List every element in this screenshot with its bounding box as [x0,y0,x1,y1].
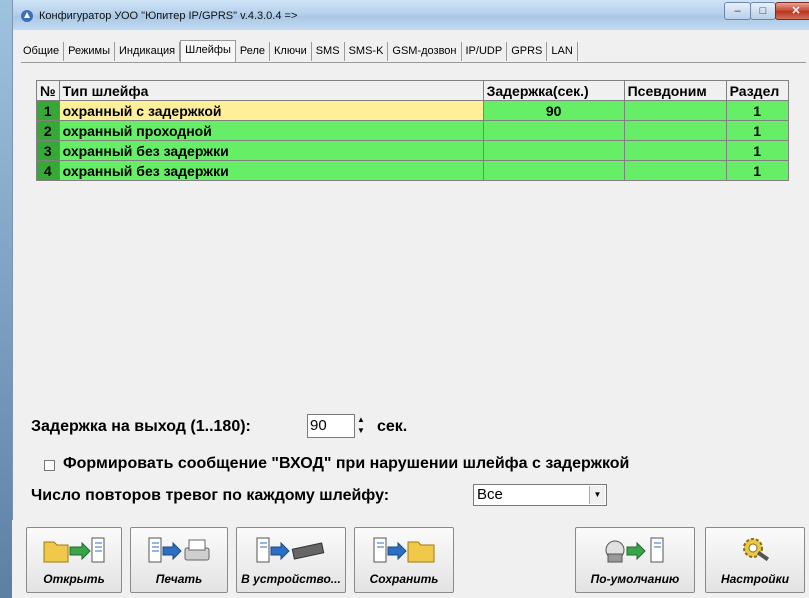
spin-down-icon[interactable]: ▼ [353,425,369,436]
app-window: Конфигуратор УОО "Юпитер IP/GPRS" v.4.3.… [12,0,809,598]
exit-delay-input[interactable]: 90 [307,414,355,438]
table-row[interactable]: 2 охранный проходной 1 [36,120,789,141]
reset-defaults-icon [605,537,664,563]
tab-sms-k[interactable]: SMS-K [345,42,389,61]
loops-table[interactable]: № Тип шлейфа Задержка(сек.) Псевдоним Ра… [36,80,789,181]
chevron-down-icon[interactable]: ▼ [589,486,605,504]
spin-up-icon[interactable]: ▲ [353,414,369,425]
tab-gsm-dial[interactable]: GSM-дозвон [388,42,462,61]
save-folder-icon [373,537,435,563]
tab-sms[interactable]: SMS [312,42,345,61]
gear-icon [743,538,770,562]
partition-cell[interactable]: 1 [725,100,789,121]
settings-button[interactable]: Настройки [705,527,805,593]
minimize-button[interactable]: – [724,2,751,20]
tab-relay[interactable]: Реле [236,42,270,61]
loop-type-cell[interactable]: охранный проходной [58,120,484,141]
alarm-repeats-label: Число повторов тревог по каждому шлейфу: [31,487,390,504]
exit-delay-label: Задержка на выход (1..180): [31,418,251,435]
row-num: 3 [36,140,60,161]
delay-cell[interactable] [482,160,625,181]
delay-cell[interactable]: 90 [482,100,625,121]
entry-message-checkbox[interactable] [44,460,55,471]
alias-cell[interactable] [623,100,727,121]
alarm-repeats-value: Все [477,486,503,503]
open-button-label: Открыть [43,572,105,586]
table-row[interactable]: 4 охранный без задержки 1 [36,160,789,181]
defaults-button[interactable]: По-умолчанию [575,527,695,593]
tab-loops[interactable]: Шлейфы [180,40,236,63]
tab-indication[interactable]: Индикация [115,42,181,61]
loop-type-cell[interactable]: охранный без задержки [58,160,484,181]
tab-gprs[interactable]: GPRS [507,42,548,61]
tab-keys[interactable]: Ключи [270,42,312,61]
app-icon [21,10,33,22]
partition-cell[interactable]: 1 [725,140,789,161]
loop-type-cell[interactable]: охранный без задержки [58,140,484,161]
alias-cell[interactable] [623,160,727,181]
col-header-partition[interactable]: Раздел [725,80,789,101]
save-button-label: Сохранить [369,572,439,586]
tab-strip: Общие Режимы Индикация Шлейфы Реле Ключи… [19,40,578,63]
bottom-toolbar: Открыть Печать В устройство... Сохранить [12,520,809,598]
col-header-type[interactable]: Тип шлейфа [58,80,484,101]
table-row[interactable]: 1 охранный с задержкой 90 1 [36,100,789,121]
delay-cell[interactable] [482,140,625,161]
row-num: 2 [36,120,60,141]
col-header-num[interactable]: № [36,80,60,101]
print-button-label: Печать [155,572,203,586]
tab-lan[interactable]: LAN [547,42,578,61]
tab-general[interactable]: Общие [19,42,65,61]
alias-cell[interactable] [623,140,727,161]
printer-icon [148,537,210,563]
delay-cell[interactable] [482,120,625,141]
entry-message-label[interactable]: Формировать сообщение "ВХОД" при нарушен… [63,455,629,473]
exit-delay-stepper[interactable]: ▲ ▼ [353,414,369,438]
table-row[interactable]: 3 охранный без задержки 1 [36,140,789,161]
to-device-button-label: В устройство... [241,572,341,586]
partition-cell[interactable]: 1 [725,120,789,141]
window-title: Конфигуратор УОО "Юпитер IP/GPRS" v.4.3.… [39,10,298,22]
print-button[interactable]: Печать [130,527,228,593]
open-file-icon [43,537,105,563]
partition-cell[interactable]: 1 [725,160,789,181]
exit-delay-unit: сек. [377,418,408,435]
desktop-edge [0,0,12,598]
close-button[interactable]: ✕ [775,2,809,20]
row-num: 4 [36,160,60,181]
table-header-row: № Тип шлейфа Задержка(сек.) Псевдоним Ра… [36,80,789,101]
maximize-button[interactable]: □ [750,2,776,20]
save-button[interactable]: Сохранить [354,527,454,593]
to-device-button[interactable]: В устройство... [236,527,346,593]
loop-type-cell[interactable]: охранный с задержкой [58,100,484,121]
chip-icon [256,537,325,563]
col-header-delay[interactable]: Задержка(сек.) [482,80,625,101]
col-header-alias[interactable]: Псевдоним [623,80,727,101]
defaults-button-label: По-умолчанию [590,572,680,586]
row-num: 1 [36,100,60,121]
open-button[interactable]: Открыть [26,527,122,593]
tab-modes[interactable]: Режимы [64,42,115,61]
title-bar[interactable]: Конфигуратор УОО "Юпитер IP/GPRS" v.4.3.… [13,0,809,30]
alarm-repeats-select[interactable]: Все ▼ [473,484,607,506]
alias-cell[interactable] [623,120,727,141]
tab-ip-udp[interactable]: IP/UDP [462,42,508,61]
settings-button-label: Настройки [720,572,790,586]
